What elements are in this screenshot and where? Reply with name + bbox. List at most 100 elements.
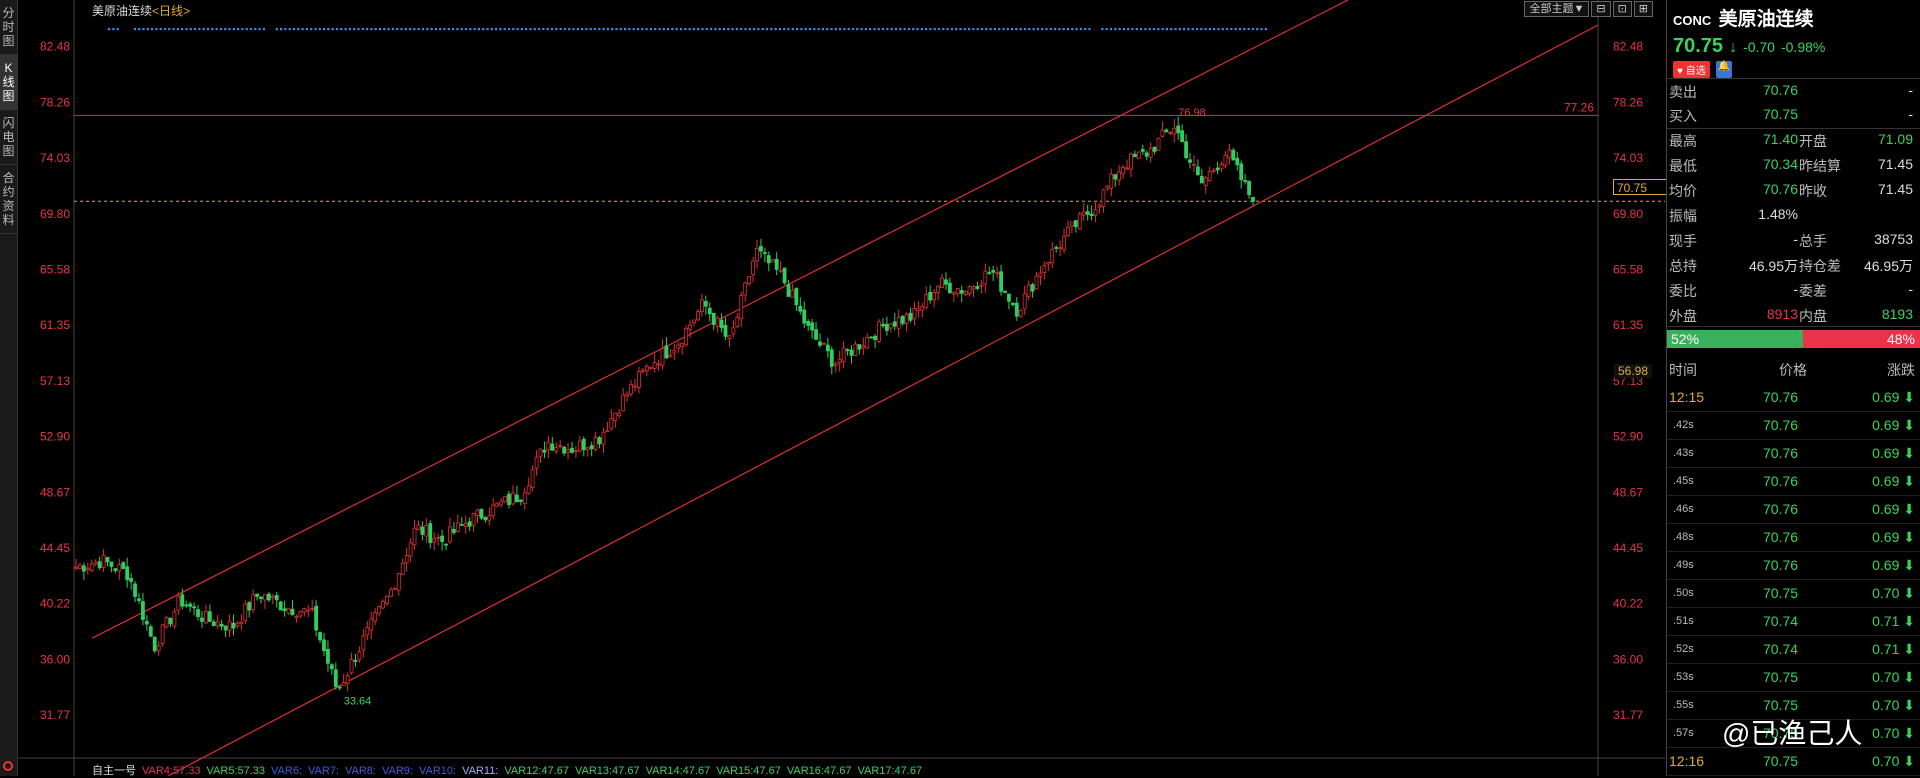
- signal-dot: [490, 28, 493, 31]
- candle-body: [231, 622, 236, 629]
- tick-row: .49s 70.76 0.69 ⬇: [1667, 552, 1920, 580]
- signal-dot: [409, 28, 412, 31]
- candle-body: [243, 603, 248, 621]
- signal-dot: [297, 28, 300, 31]
- candle-body: [152, 636, 157, 652]
- candle-body: [987, 272, 992, 274]
- tick-row: .52s 70.74 0.71 ⬇: [1667, 636, 1920, 664]
- tick-change: 0.69 ⬇: [1872, 445, 1915, 461]
- quote-value: 70.34: [1762, 156, 1798, 172]
- candle-body: [798, 305, 803, 312]
- candle-body: [869, 336, 874, 339]
- candle-body: [329, 664, 334, 670]
- tick-row: .46s 70.76 0.69 ⬇: [1667, 496, 1920, 524]
- candle-body: [278, 601, 283, 611]
- signal-dot: [611, 28, 614, 31]
- candle-body: [471, 513, 476, 526]
- quote-row: 总持 46.95万 持仓差 46.95万: [1667, 256, 1920, 280]
- candle-body: [259, 596, 263, 599]
- period-selector[interactable]: <日线>: [152, 4, 190, 18]
- signal-dot: [1178, 28, 1181, 31]
- quote-label-2: 内盘: [1799, 308, 1827, 324]
- candle-body: [1007, 293, 1011, 302]
- candle-body: [936, 285, 940, 293]
- candle-body: [444, 543, 448, 546]
- signal-dot: [323, 28, 326, 31]
- signal-dot: [869, 28, 872, 31]
- candle-body: [703, 301, 708, 307]
- signal-dot: [426, 28, 429, 31]
- candle-body: [1129, 153, 1133, 170]
- candle-body: [133, 583, 137, 597]
- toolbar-button-1[interactable]: ⊟: [1591, 1, 1611, 17]
- candle-body: [861, 345, 866, 348]
- signal-dot: [1088, 28, 1091, 31]
- signal-dot: [529, 28, 532, 31]
- channel-lower-line: [167, 24, 1599, 776]
- candle-body: [672, 349, 677, 354]
- watermark: @已渔己人: [1722, 718, 1863, 749]
- y-tick-label-right: 52.90: [1613, 430, 1643, 444]
- candle-body: [204, 611, 208, 624]
- candle-body: [790, 289, 795, 298]
- signal-dot: [1187, 28, 1190, 31]
- tab-1[interactable]: K线图: [0, 55, 17, 110]
- signal-dot: [314, 28, 317, 31]
- candle-body: [333, 669, 338, 687]
- tick-change: 0.70 ⬇: [1872, 697, 1915, 713]
- signal-dot: [353, 28, 356, 31]
- settings-circle-icon[interactable]: [3, 761, 13, 771]
- candle-body: [991, 269, 996, 273]
- candle-body: [196, 609, 200, 618]
- candle-body: [743, 282, 748, 296]
- signal-dot: [439, 28, 442, 31]
- signal-dot: [774, 28, 777, 31]
- candle-body: [184, 604, 189, 607]
- candle-body: [719, 319, 724, 329]
- tick-row: .50s 70.75 0.70 ⬇: [1667, 580, 1920, 608]
- tab-3[interactable]: 合约资料: [0, 165, 17, 234]
- candle-body: [1003, 290, 1007, 293]
- quote-value: 70.76: [1762, 82, 1798, 98]
- signal-dot: [280, 28, 283, 31]
- toolbar-button-3[interactable]: ⊞: [1633, 1, 1653, 17]
- theme-dropdown[interactable]: 全部主题▼: [1524, 1, 1590, 17]
- signal-dot: [727, 28, 730, 31]
- tick-change: 0.70 ⬇: [1872, 753, 1915, 769]
- candle-body: [660, 347, 665, 366]
- candle-body: [1093, 209, 1098, 216]
- candle-body: [896, 317, 901, 330]
- signal-dot: [1071, 28, 1074, 31]
- signal-dot: [1019, 28, 1022, 31]
- kline-chart-area[interactable]: 82.48 82.48 78.26 78.26 74.03 74.03 69.80 69.80…: [18, 0, 1679, 777]
- candle-body: [172, 611, 177, 627]
- signal-dot: [421, 28, 425, 31]
- add-favorite-button[interactable]: ♥ 自选: [1673, 61, 1710, 78]
- candle-body: [888, 323, 893, 329]
- y-tick-label-right: 69.80: [1613, 207, 1643, 221]
- candle-body: [109, 561, 114, 567]
- down-arrow-icon: ⬇: [1903, 389, 1915, 405]
- last-price: 70.75: [1673, 35, 1724, 57]
- candle-body: [168, 617, 173, 625]
- candle-body: [1097, 204, 1102, 208]
- signal-dot: [856, 28, 859, 31]
- signal-dot: [1191, 28, 1194, 31]
- signal-dot: [950, 28, 953, 31]
- signal-dot: [959, 28, 962, 31]
- kline-chart[interactable]: 82.48 82.48 78.26 78.26 74.03 74.03 69.80 69.80…: [18, 0, 1665, 776]
- tick-price: 70.75: [1763, 697, 1799, 713]
- quote-value: 71.40: [1762, 131, 1798, 147]
- tab-0[interactable]: 分时图: [0, 0, 17, 55]
- candle-body: [762, 252, 767, 254]
- candle-body: [825, 344, 830, 352]
- candle-body: [617, 412, 622, 417]
- candle-body: [141, 601, 145, 620]
- tick-table-header: 时间 价格 涨跌: [1667, 358, 1920, 380]
- toolbar-button-2[interactable]: ⊡: [1612, 1, 1632, 17]
- tab-2[interactable]: 闪电图: [0, 110, 17, 165]
- quote-label: 买入: [1669, 108, 1697, 124]
- alert-bell-icon[interactable]: 🔔: [1715, 61, 1732, 78]
- candle-body: [1066, 226, 1070, 236]
- candle-body: [971, 286, 976, 290]
